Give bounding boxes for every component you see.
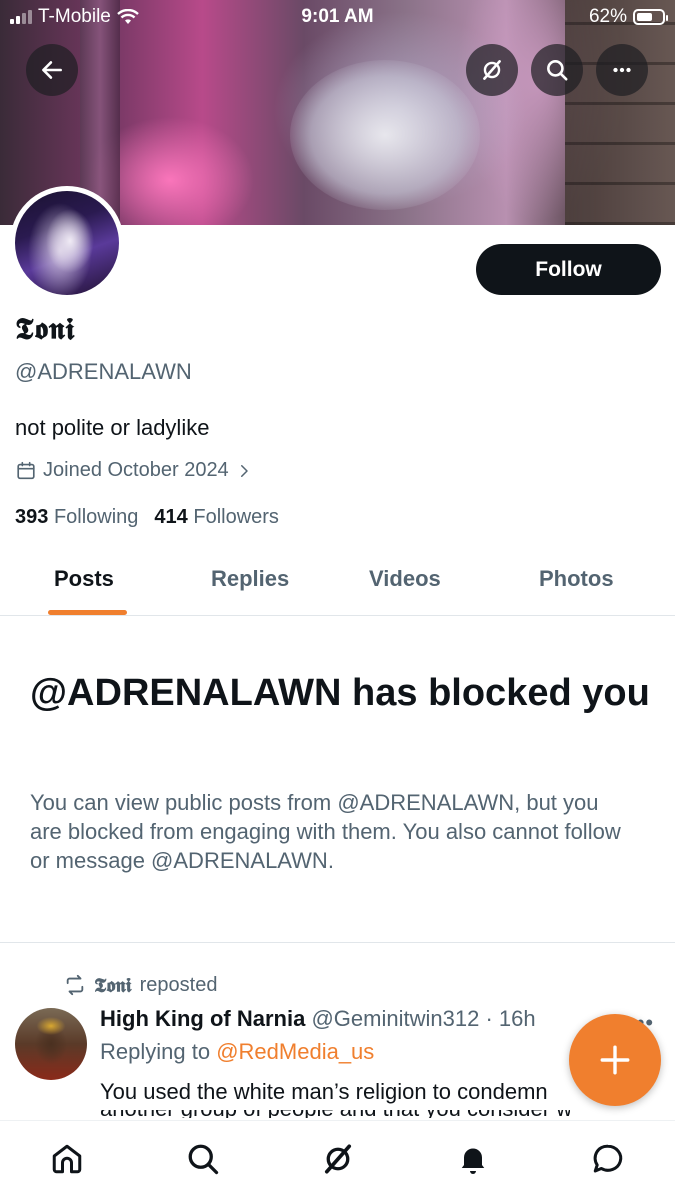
search-icon — [547, 60, 568, 81]
profile-tabs: Posts Replies Videos Photos — [0, 548, 675, 616]
following-link[interactable]: 393 Following — [15, 506, 138, 529]
back-button[interactable] — [26, 44, 78, 96]
nav-notifications[interactable] — [453, 1139, 493, 1179]
more-horizontal-icon — [613, 67, 631, 73]
tweet-author-handle[interactable]: @Geminitwin312 — [311, 1006, 479, 1031]
status-right: 62% — [588, 6, 668, 28]
joined-label: Joined October 2024 — [43, 459, 229, 481]
tab-posts[interactable]: Posts — [54, 566, 114, 592]
blocked-title: @ADRENALAWN has blocked you — [30, 672, 650, 714]
repost-suffix: reposted — [139, 973, 218, 996]
replying-to: Replying to @RedMedia_us — [100, 1039, 374, 1065]
calendar-icon — [17, 461, 35, 479]
messages-icon — [593, 1144, 623, 1173]
grok-icon — [324, 1144, 352, 1174]
battery-percent: 62% — [588, 6, 627, 27]
notifications-icon — [461, 1148, 485, 1174]
more-button[interactable] — [596, 44, 648, 96]
joined-date[interactable]: Joined October 2024 — [15, 459, 253, 482]
banner-figure — [290, 60, 480, 210]
following-count: 393 — [15, 506, 49, 528]
tweet-text-line2: another group of people and that you con… — [100, 1110, 570, 1118]
tab-replies[interactable]: Replies — [211, 566, 289, 592]
following-label: Following — [53, 506, 139, 528]
profile-avatar[interactable] — [10, 186, 124, 300]
grok-icon — [483, 60, 501, 80]
status-bar: T-Mobile 9:01 AM 62% — [0, 0, 675, 36]
tweet-avatar[interactable] — [15, 1008, 87, 1080]
repost-icon — [66, 974, 84, 996]
tweet-author-name[interactable]: High King of Narnia — [100, 1006, 305, 1031]
clock: 9:01 AM — [301, 6, 374, 27]
grok-button[interactable] — [466, 44, 518, 96]
repost-indicator[interactable]: 𝕿𝖔𝖓𝖎 reposted — [64, 973, 217, 997]
replying-mention[interactable]: @RedMedia_us — [216, 1039, 374, 1064]
tweet-time: 16h — [498, 1006, 536, 1031]
blocked-message: You can view public posts from @ADRENALA… — [30, 790, 621, 873]
nav-home[interactable] — [47, 1139, 87, 1179]
nav-messages[interactable] — [588, 1139, 628, 1179]
followers-label: Followers — [193, 506, 279, 528]
plus-icon — [600, 1045, 630, 1075]
repost-name: 𝕿𝖔𝖓𝖎 — [94, 973, 132, 997]
arrow-left-icon — [42, 61, 62, 79]
nav-grok[interactable] — [318, 1139, 358, 1179]
tweet-text-overflow: another group of people and that you con… — [100, 1110, 570, 1118]
search-icon — [188, 1144, 219, 1175]
home-icon — [52, 1144, 82, 1174]
tweet-header: High King of Narnia @Geminitwin312 · 16h — [100, 1006, 536, 1032]
followers-link[interactable]: 414 Followers — [154, 506, 279, 529]
display-name: 𝕿𝖔𝖓𝖎 — [15, 312, 76, 347]
profile-handle: @ADRENALAWN — [15, 359, 192, 384]
replying-label: Replying to — [100, 1039, 211, 1064]
tweet-text: You used the white man’s religion to con… — [100, 1079, 548, 1104]
followers-count: 414 — [154, 506, 188, 528]
chevron-right-icon — [240, 464, 248, 477]
tweet-separator: · — [485, 1006, 493, 1031]
active-tab-indicator — [48, 610, 127, 615]
follow-counts: 393 Following 414 Followers — [15, 506, 279, 529]
search-button[interactable] — [531, 44, 583, 96]
tab-photos[interactable]: Photos — [539, 566, 614, 592]
tab-videos[interactable]: Videos — [369, 566, 441, 592]
bottom-nav — [0, 1120, 675, 1200]
battery-icon — [633, 9, 668, 25]
compose-button[interactable] — [569, 1014, 661, 1106]
divider — [0, 942, 675, 943]
profile-bio: not polite or ladylike — [15, 415, 210, 440]
nav-search[interactable] — [183, 1139, 223, 1179]
follow-button[interactable]: Follow — [476, 244, 661, 295]
